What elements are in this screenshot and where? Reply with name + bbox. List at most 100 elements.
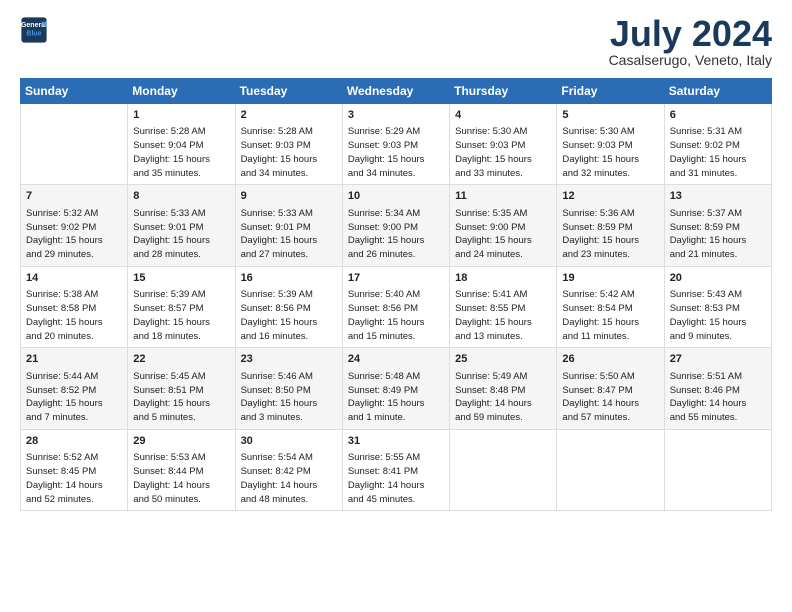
day-info: Sunrise: 5:40 AM Sunset: 8:56 PM Dayligh… <box>348 288 444 343</box>
col-monday: Monday <box>128 79 235 104</box>
day-number: 16 <box>241 271 337 286</box>
day-info: Sunrise: 5:38 AM Sunset: 8:58 PM Dayligh… <box>26 288 122 343</box>
day-number: 18 <box>455 271 551 286</box>
calendar-cell <box>664 429 771 510</box>
col-sunday: Sunday <box>21 79 128 104</box>
day-number: 19 <box>562 271 658 286</box>
calendar-cell: 31 Sunrise: 5:55 AM Sunset: 8:41 PM Dayli… <box>342 429 449 510</box>
day-info: Sunrise: 5:28 AM Sunset: 9:04 PM Dayligh… <box>133 125 229 180</box>
day-number: 7 <box>26 189 122 204</box>
month-title: July 2024 <box>609 16 772 52</box>
day-info: Sunrise: 5:43 AM Sunset: 8:53 PM Dayligh… <box>670 288 766 343</box>
day-info: Sunrise: 5:36 AM Sunset: 8:59 PM Dayligh… <box>562 207 658 262</box>
day-number: 1 <box>133 108 229 123</box>
day-number: 24 <box>348 352 444 367</box>
day-info: Sunrise: 5:44 AM Sunset: 8:52 PM Dayligh… <box>26 370 122 425</box>
calendar-cell: 17 Sunrise: 5:40 AM Sunset: 8:56 PM Dayli… <box>342 266 449 347</box>
day-info: Sunrise: 5:39 AM Sunset: 8:57 PM Dayligh… <box>133 288 229 343</box>
day-info: Sunrise: 5:46 AM Sunset: 8:50 PM Dayligh… <box>241 370 337 425</box>
day-number: 5 <box>562 108 658 123</box>
day-number: 30 <box>241 434 337 449</box>
calendar-cell: 14Sunrise: 5:38 AM Sunset: 8:58 PM Dayli… <box>21 266 128 347</box>
calendar-cell: 5 Sunrise: 5:30 AM Sunset: 9:03 PM Daylig… <box>557 104 664 185</box>
day-number: 27 <box>670 352 766 367</box>
day-number: 4 <box>455 108 551 123</box>
day-info: Sunrise: 5:29 AM Sunset: 9:03 PM Dayligh… <box>348 125 444 180</box>
col-saturday: Saturday <box>664 79 771 104</box>
calendar-header: Sunday Monday Tuesday Wednesday Thursday… <box>21 79 772 104</box>
day-info: Sunrise: 5:33 AM Sunset: 9:01 PM Dayligh… <box>133 207 229 262</box>
calendar-cell: 13Sunrise: 5:37 AM Sunset: 8:59 PM Dayli… <box>664 185 771 266</box>
calendar-cell: 26 Sunrise: 5:50 AM Sunset: 8:47 PM Dayli… <box>557 348 664 429</box>
calendar-cell: 28Sunrise: 5:52 AM Sunset: 8:45 PM Dayli… <box>21 429 128 510</box>
day-number: 23 <box>241 352 337 367</box>
day-info: Sunrise: 5:32 AM Sunset: 9:02 PM Dayligh… <box>26 207 122 262</box>
day-info: Sunrise: 5:30 AM Sunset: 9:03 PM Dayligh… <box>455 125 551 180</box>
calendar-cell: 23 Sunrise: 5:46 AM Sunset: 8:50 PM Dayli… <box>235 348 342 429</box>
weekday-row: Sunday Monday Tuesday Wednesday Thursday… <box>21 79 772 104</box>
day-number: 31 <box>348 434 444 449</box>
calendar-cell <box>450 429 557 510</box>
calendar-cell: 10Sunrise: 5:34 AM Sunset: 9:00 PM Dayli… <box>342 185 449 266</box>
day-info: Sunrise: 5:54 AM Sunset: 8:42 PM Dayligh… <box>241 451 337 506</box>
title-area: July 2024 Casalserugo, Veneto, Italy <box>609 16 772 68</box>
day-info: Sunrise: 5:28 AM Sunset: 9:03 PM Dayligh… <box>241 125 337 180</box>
day-info: Sunrise: 5:30 AM Sunset: 9:03 PM Dayligh… <box>562 125 658 180</box>
day-number: 12 <box>562 189 658 204</box>
day-number: 26 <box>562 352 658 367</box>
calendar-cell: 11 Sunrise: 5:35 AM Sunset: 9:00 PM Dayli… <box>450 185 557 266</box>
calendar-container: General Blue July 2024 Casalserugo, Vene… <box>0 0 792 521</box>
calendar-week-5: 28Sunrise: 5:52 AM Sunset: 8:45 PM Dayli… <box>21 429 772 510</box>
day-number: 25 <box>455 352 551 367</box>
day-info: Sunrise: 5:52 AM Sunset: 8:45 PM Dayligh… <box>26 451 122 506</box>
day-info: Sunrise: 5:33 AM Sunset: 9:01 PM Dayligh… <box>241 207 337 262</box>
calendar-cell: 12 Sunrise: 5:36 AM Sunset: 8:59 PM Dayli… <box>557 185 664 266</box>
calendar-cell: 16 Sunrise: 5:39 AM Sunset: 8:56 PM Dayli… <box>235 266 342 347</box>
calendar-body: 1 Sunrise: 5:28 AM Sunset: 9:04 PM Daylig… <box>21 104 772 511</box>
day-info: Sunrise: 5:35 AM Sunset: 9:00 PM Dayligh… <box>455 207 551 262</box>
calendar-cell: 15 Sunrise: 5:39 AM Sunset: 8:57 PM Dayli… <box>128 266 235 347</box>
logo-icon: General Blue <box>20 16 48 44</box>
day-info: Sunrise: 5:50 AM Sunset: 8:47 PM Dayligh… <box>562 370 658 425</box>
day-number: 2 <box>241 108 337 123</box>
day-info: Sunrise: 5:39 AM Sunset: 8:56 PM Dayligh… <box>241 288 337 343</box>
calendar-cell: 2 Sunrise: 5:28 AM Sunset: 9:03 PM Daylig… <box>235 104 342 185</box>
calendar-week-1: 1 Sunrise: 5:28 AM Sunset: 9:04 PM Daylig… <box>21 104 772 185</box>
calendar-cell: 20 Sunrise: 5:43 AM Sunset: 8:53 PM Dayli… <box>664 266 771 347</box>
col-tuesday: Tuesday <box>235 79 342 104</box>
day-number: 21 <box>26 352 122 367</box>
day-number: 15 <box>133 271 229 286</box>
calendar-cell: 9 Sunrise: 5:33 AM Sunset: 9:01 PM Daylig… <box>235 185 342 266</box>
day-number: 11 <box>455 189 551 204</box>
day-number: 9 <box>241 189 337 204</box>
svg-text:Blue: Blue <box>26 31 41 38</box>
day-info: Sunrise: 5:55 AM Sunset: 8:41 PM Dayligh… <box>348 451 444 506</box>
day-number: 3 <box>348 108 444 123</box>
header: General Blue July 2024 Casalserugo, Vene… <box>20 16 772 68</box>
calendar-cell: 21 Sunrise: 5:44 AM Sunset: 8:52 PM Dayli… <box>21 348 128 429</box>
day-number: 6 <box>670 108 766 123</box>
logo: General Blue <box>20 16 52 44</box>
day-info: Sunrise: 5:37 AM Sunset: 8:59 PM Dayligh… <box>670 207 766 262</box>
calendar-cell: 4 Sunrise: 5:30 AM Sunset: 9:03 PM Daylig… <box>450 104 557 185</box>
calendar-week-4: 21 Sunrise: 5:44 AM Sunset: 8:52 PM Dayli… <box>21 348 772 429</box>
calendar-cell: 6Sunrise: 5:31 AM Sunset: 9:02 PM Daylig… <box>664 104 771 185</box>
day-number: 22 <box>133 352 229 367</box>
day-number: 29 <box>133 434 229 449</box>
calendar-cell: 19Sunrise: 5:42 AM Sunset: 8:54 PM Dayli… <box>557 266 664 347</box>
calendar-cell <box>21 104 128 185</box>
day-info: Sunrise: 5:48 AM Sunset: 8:49 PM Dayligh… <box>348 370 444 425</box>
calendar-cell: 8 Sunrise: 5:33 AM Sunset: 9:01 PM Daylig… <box>128 185 235 266</box>
day-number: 10 <box>348 189 444 204</box>
day-info: Sunrise: 5:45 AM Sunset: 8:51 PM Dayligh… <box>133 370 229 425</box>
day-info: Sunrise: 5:41 AM Sunset: 8:55 PM Dayligh… <box>455 288 551 343</box>
day-number: 17 <box>348 271 444 286</box>
day-number: 20 <box>670 271 766 286</box>
calendar-cell: 7 Sunrise: 5:32 AM Sunset: 9:02 PM Daylig… <box>21 185 128 266</box>
day-number: 8 <box>133 189 229 204</box>
calendar-week-2: 7 Sunrise: 5:32 AM Sunset: 9:02 PM Daylig… <box>21 185 772 266</box>
calendar-week-3: 14Sunrise: 5:38 AM Sunset: 8:58 PM Dayli… <box>21 266 772 347</box>
calendar-table: Sunday Monday Tuesday Wednesday Thursday… <box>20 78 772 511</box>
calendar-cell: 22 Sunrise: 5:45 AM Sunset: 8:51 PM Dayli… <box>128 348 235 429</box>
col-thursday: Thursday <box>450 79 557 104</box>
